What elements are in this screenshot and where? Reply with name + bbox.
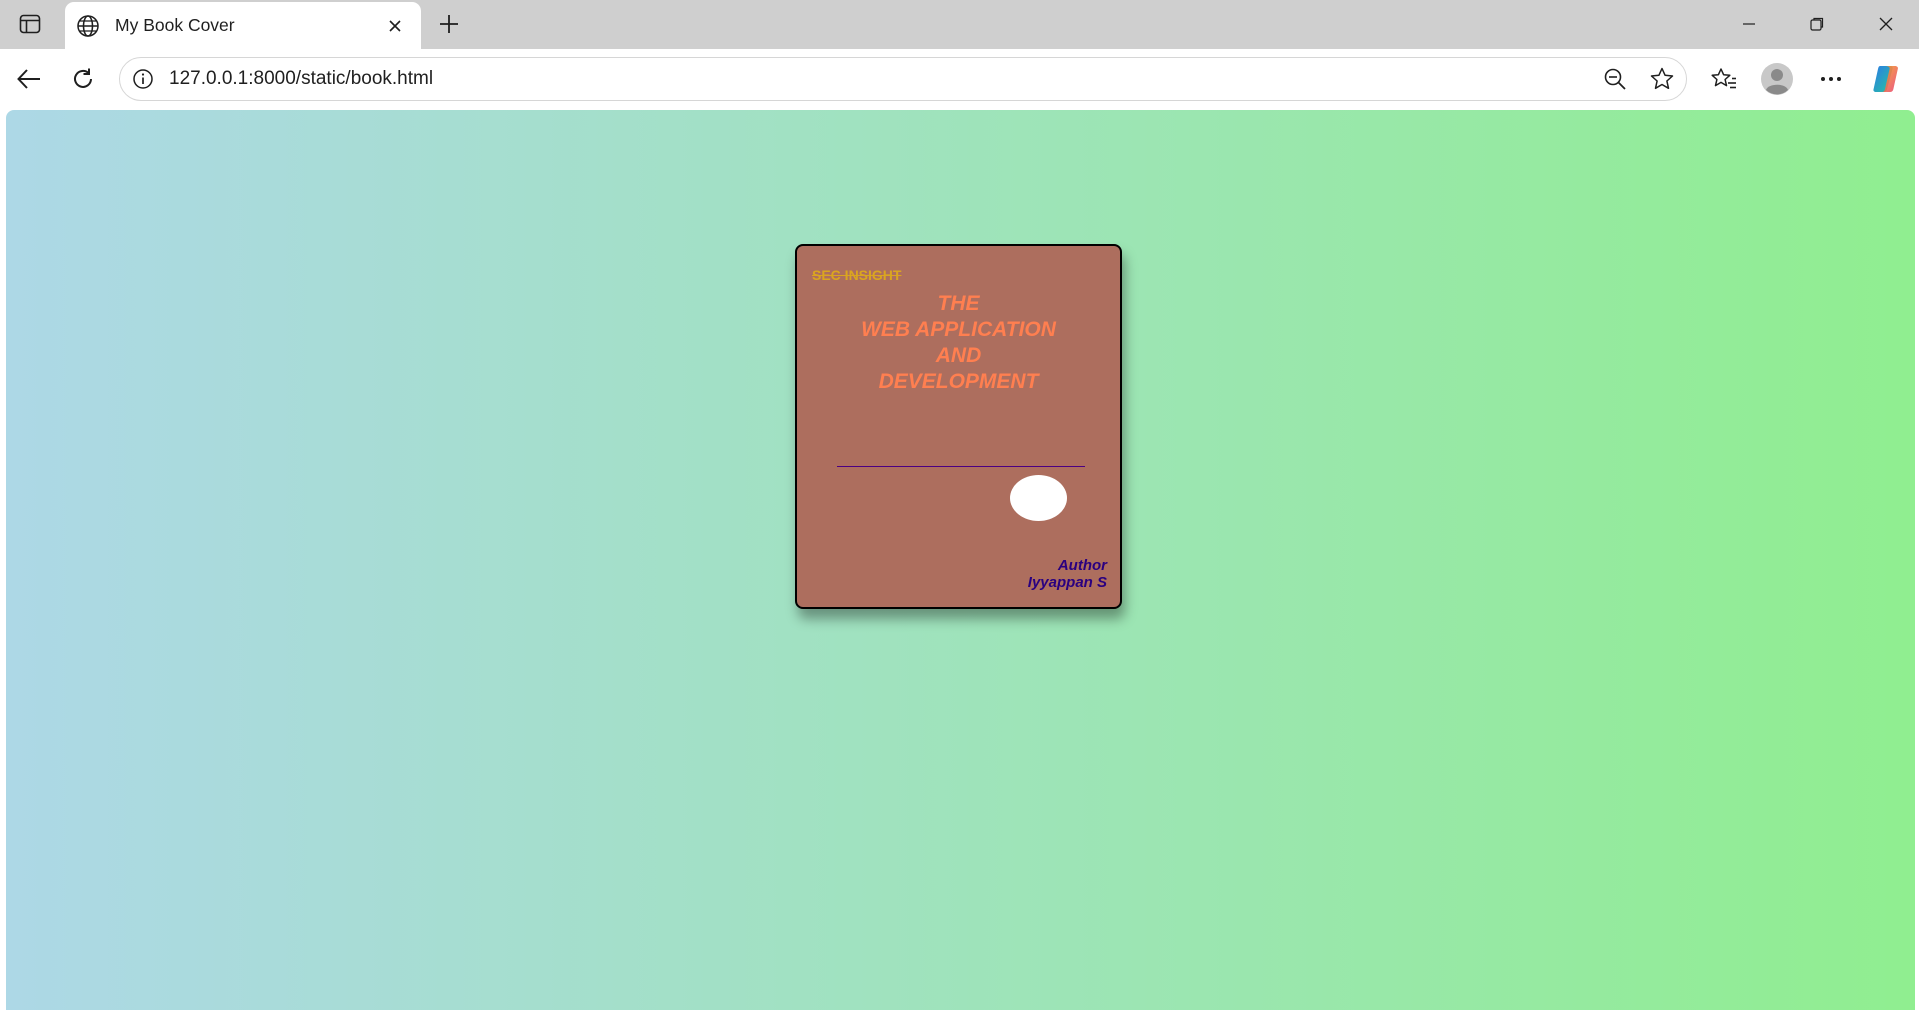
publisher-name: SEC INSIGHT bbox=[812, 267, 902, 283]
browser-window: My Book Cover 127.0.0.1:8000/static/book… bbox=[0, 0, 1919, 1010]
vertical-tabs-icon[interactable] bbox=[14, 10, 46, 38]
restore-icon[interactable] bbox=[1797, 8, 1837, 40]
book-cover: SEC INSIGHT THE WEB APPLICATION AND DEVE… bbox=[795, 244, 1122, 609]
plus-icon[interactable] bbox=[434, 10, 464, 38]
book-title-line: DEVELOPMENT bbox=[878, 370, 1039, 393]
book-title-line: WEB APPLICATION bbox=[861, 318, 1056, 341]
zoom-out-icon[interactable] bbox=[1599, 63, 1631, 95]
book-title-line: THE bbox=[937, 292, 980, 315]
window-close-icon[interactable] bbox=[1866, 8, 1906, 40]
url-text[interactable]: 127.0.0.1:8000/static/book.html bbox=[169, 68, 433, 90]
browser-toolbar: 127.0.0.1:8000/static/book.html bbox=[0, 49, 1919, 110]
more-icon[interactable] bbox=[1812, 60, 1850, 98]
author-name: Iyyappan S bbox=[1027, 574, 1107, 591]
divider-line bbox=[837, 466, 1085, 467]
star-icon[interactable] bbox=[1646, 63, 1678, 95]
author-block: Author Iyyappan S bbox=[1028, 557, 1107, 591]
cover-emblem bbox=[1010, 475, 1067, 521]
author-label: Author bbox=[1057, 557, 1107, 574]
globe-icon bbox=[74, 12, 102, 40]
avatar-icon[interactable] bbox=[1758, 60, 1796, 98]
info-icon[interactable] bbox=[130, 66, 156, 92]
tab-title: My Book Cover bbox=[115, 15, 235, 35]
page-viewport: SEC INSIGHT THE WEB APPLICATION AND DEVE… bbox=[6, 110, 1915, 1010]
refresh-icon[interactable] bbox=[64, 60, 102, 98]
tab-strip: My Book Cover bbox=[0, 0, 1919, 49]
back-arrow-icon[interactable] bbox=[10, 60, 48, 98]
close-icon[interactable] bbox=[383, 14, 407, 38]
active-tab[interactable]: My Book Cover bbox=[65, 2, 421, 49]
address-bar[interactable]: 127.0.0.1:8000/static/book.html bbox=[119, 57, 1687, 101]
favorites-icon[interactable] bbox=[1705, 60, 1743, 98]
copilot-icon[interactable] bbox=[1867, 60, 1905, 98]
book-title-line: AND bbox=[935, 344, 982, 367]
minimize-icon[interactable] bbox=[1729, 8, 1769, 40]
book-title: THE WEB APPLICATION AND DEVELOPMENT bbox=[797, 291, 1120, 395]
